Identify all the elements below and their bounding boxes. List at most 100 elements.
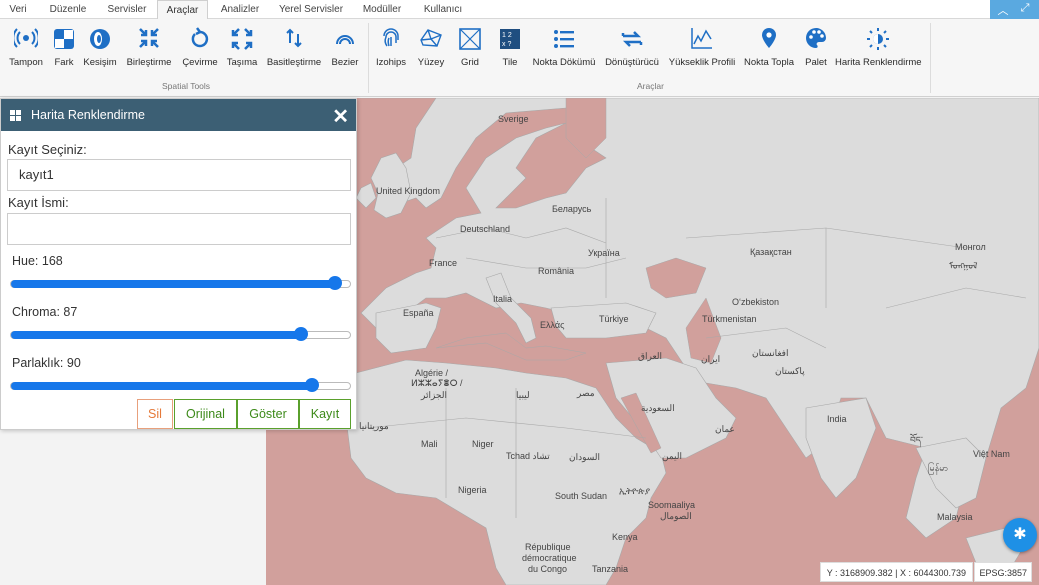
- map-label-uzbekiston: O‘zbekiston: [732, 297, 780, 307]
- nokta-dokumu-button[interactable]: Nokta Dökümü: [532, 25, 596, 68]
- map-label-libya: ليبيا: [516, 390, 530, 400]
- hue-slider-thumb[interactable]: [328, 276, 343, 290]
- bezier-button[interactable]: Bezier: [328, 25, 362, 68]
- map-label-italia: Italia: [493, 294, 513, 304]
- map-label-turkmenistan: Türkmenistan: [702, 314, 757, 324]
- map-label-mauritania: موريتانيا: [359, 421, 389, 431]
- chroma-slider[interactable]: [10, 327, 351, 341]
- chroma-slider-fill: [11, 331, 301, 339]
- window-controls: ︿ ⤢: [990, 0, 1039, 19]
- ribbon-toolbar: Tampon Fark Kesişim Birleştirme Çevirme …: [0, 19, 1039, 97]
- map-label-ukraina: Україна: [588, 248, 620, 258]
- yukseklik-profili-button[interactable]: Yükseklik Profili: [668, 25, 736, 68]
- map-label-turkiye: Türkiye: [599, 314, 629, 324]
- map-canvas[interactable]: Sverige United Kingdom Беларусь Deutschl…: [266, 98, 1039, 585]
- map-label-somali-ar: الصومال: [660, 511, 692, 521]
- collapse-icon[interactable]: ︿: [993, 2, 1013, 18]
- bezier-label: Bezier: [331, 57, 359, 68]
- nokta-topla-label: Nokta Topla: [744, 57, 794, 68]
- palet-button[interactable]: Palet: [802, 25, 830, 68]
- map-label-afghanistan: افغانستان: [752, 348, 789, 358]
- tab-moduller[interactable]: Modüller: [354, 0, 410, 19]
- tools-icon: ✱: [1013, 526, 1027, 543]
- record-select[interactable]: kayıt1: [7, 159, 351, 191]
- izohips-button[interactable]: Izohips: [374, 25, 408, 68]
- tile-button[interactable]: 1 2 x ? Tile: [496, 25, 524, 68]
- hue-slider-fill: [11, 280, 336, 288]
- yuzey-button[interactable]: Yüzey: [415, 25, 447, 68]
- tab-analizler[interactable]: Analizler: [212, 0, 268, 19]
- map-label-algerie-ar: الجزائر: [421, 390, 447, 400]
- map-label-misr: مصر: [577, 388, 595, 398]
- rotate-icon: [191, 27, 209, 48]
- donusturucu-button[interactable]: Dönüştürücü: [603, 25, 661, 68]
- yuzey-label: Yüzey: [417, 57, 445, 68]
- svg-text:x ?: x ?: [502, 41, 511, 48]
- tile-label: Tile: [502, 57, 518, 68]
- original-button[interactable]: Orijinal: [174, 399, 237, 429]
- window-icon: [10, 110, 21, 121]
- map-label-sverige: Sverige: [498, 114, 529, 124]
- tab-yerel-servisler[interactable]: Yerel Servisler: [272, 0, 350, 19]
- map-label-belarus: Беларусь: [552, 204, 592, 214]
- grid-icon: [459, 28, 481, 50]
- palette-icon: [806, 28, 826, 48]
- chroma-slider-thumb[interactable]: [293, 327, 308, 341]
- record-name-label: Kayıt İsmi:: [8, 195, 69, 210]
- delete-button[interactable]: Sil: [137, 399, 173, 429]
- tab-duzenle[interactable]: Düzenle: [40, 0, 96, 19]
- map-label-ellas: Ελλάς: [540, 320, 565, 330]
- menu-bar: Veri Düzenle Servisler Araçlar Analizler…: [0, 0, 1039, 20]
- map-tools-fab[interactable]: ✱: [1003, 518, 1037, 552]
- map-label-tanzania: Tanzania: [592, 564, 629, 574]
- spatial-tools-group-label: Spatial Tools: [162, 81, 211, 91]
- hue-label: Hue: 168: [12, 254, 63, 268]
- grid-button[interactable]: Grid: [456, 25, 484, 68]
- fark-button[interactable]: Fark: [50, 25, 78, 68]
- hue-slider[interactable]: [10, 276, 351, 290]
- map-label-rdc-2: démocratique: [522, 553, 577, 563]
- map-label-south-sudan: South Sudan: [555, 491, 608, 501]
- brightness-slider-thumb[interactable]: [305, 378, 320, 392]
- map-marker-icon: [762, 28, 776, 48]
- move-icon: [231, 28, 253, 50]
- nokta-topla-button[interactable]: Nokta Topla: [743, 25, 795, 68]
- brightness-slider[interactable]: [10, 378, 351, 392]
- map-label-ethiopia: ኢትዮጵያ: [619, 486, 651, 496]
- basitlestirme-button[interactable]: Basitleştirme: [264, 25, 324, 68]
- show-button[interactable]: Göster: [237, 399, 299, 429]
- map-label-india: India: [827, 414, 847, 424]
- izohips-label: Izohips: [375, 57, 407, 68]
- map-label-france: France: [429, 258, 458, 268]
- map-label-saudi: السعودية: [641, 403, 675, 413]
- tab-servisler[interactable]: Servisler: [100, 0, 154, 19]
- map-landmass: [345, 98, 1039, 585]
- cevirme-button[interactable]: Çevirme: [180, 25, 220, 68]
- tampon-button[interactable]: Tampon: [8, 25, 44, 68]
- close-icon[interactable]: ✕: [332, 104, 349, 129]
- tampon-label: Tampon: [9, 57, 43, 68]
- group-separator-2: [930, 23, 931, 93]
- harita-renklendirme-button[interactable]: Harita Renklendirme: [835, 25, 922, 68]
- surface-icon: [420, 29, 442, 47]
- palet-label: Palet: [805, 57, 827, 68]
- kesisim-label: Kesişim: [83, 57, 117, 68]
- fingerprint-icon: [383, 28, 399, 47]
- tasima-button[interactable]: Taşıma: [226, 25, 258, 68]
- fullscreen-icon[interactable]: ⤢: [1015, 2, 1035, 15]
- map-label-iraq: العراق: [638, 351, 663, 361]
- map-label-malaysia: Malaysia: [937, 512, 973, 522]
- save-button[interactable]: Kayıt: [299, 399, 351, 429]
- cevirme-label: Çevirme: [182, 57, 218, 68]
- tab-kullanici[interactable]: Kullanıcı: [414, 0, 472, 19]
- yukseklik-profili-label: Yükseklik Profili: [668, 57, 736, 68]
- tab-araclar[interactable]: Araçlar: [157, 0, 208, 20]
- birlestirme-button[interactable]: Birleştirme: [124, 25, 174, 68]
- list-icon: [554, 30, 574, 48]
- map-label-myanmar: မြန်မာ: [928, 463, 949, 473]
- tab-veri[interactable]: Veri: [0, 0, 36, 19]
- kesisim-button[interactable]: Kesişim: [82, 25, 118, 68]
- nokta-dokumu-label: Nokta Dökümü: [532, 57, 596, 68]
- record-name-input[interactable]: [7, 213, 351, 245]
- select-record-label: Kayıt Seçiniz:: [8, 142, 87, 157]
